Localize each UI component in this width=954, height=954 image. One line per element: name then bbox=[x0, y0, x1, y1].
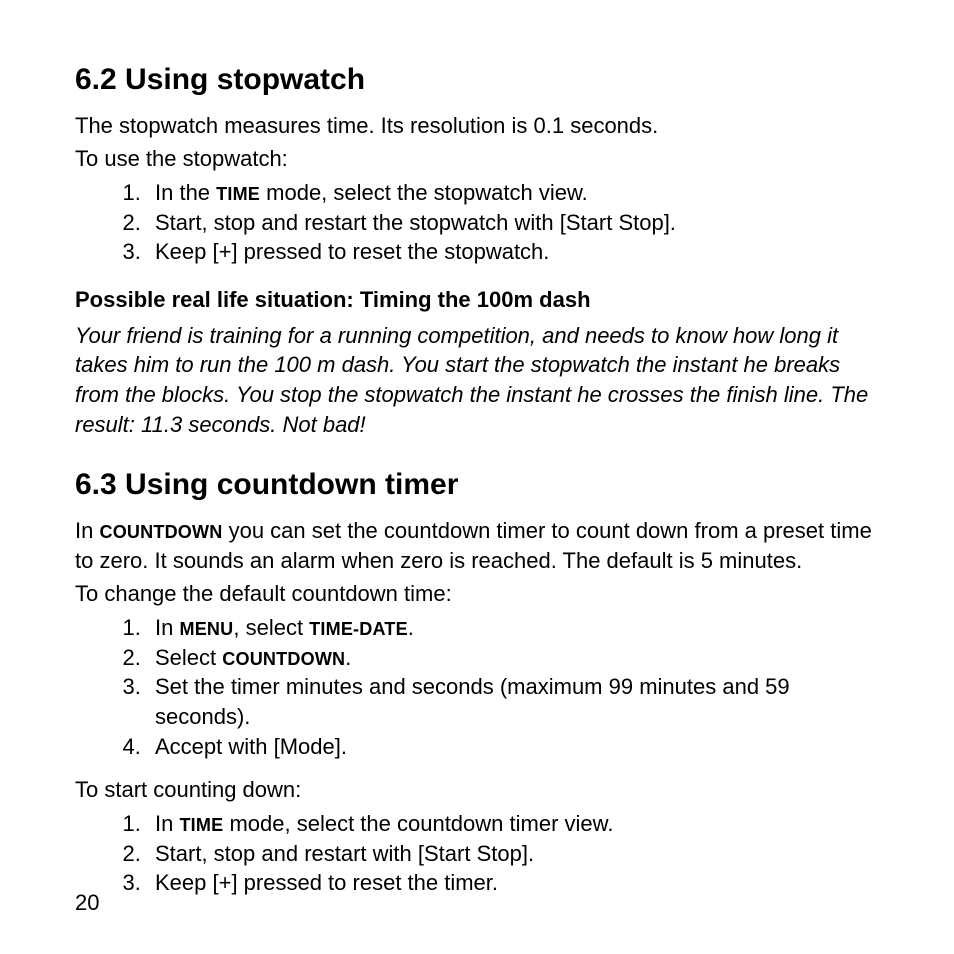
mode-label: TIME bbox=[179, 815, 223, 835]
body-text: The stopwatch measures time. Its resolut… bbox=[75, 111, 879, 141]
mode-label: COUNTDOWN bbox=[99, 522, 222, 542]
body-text: In COUNTDOWN you can set the countdown t… bbox=[75, 516, 879, 575]
page-number: 20 bbox=[75, 888, 99, 918]
ordered-list: In TIME mode, select the countdown timer… bbox=[75, 809, 879, 898]
section-heading-6-2: 6.2 Using stopwatch bbox=[75, 60, 879, 101]
mode-label: COUNTDOWN bbox=[222, 649, 345, 669]
mode-label: MENU bbox=[179, 619, 233, 639]
body-text: To start counting down: bbox=[75, 775, 879, 805]
list-item: In TIME mode, select the countdown timer… bbox=[147, 809, 879, 839]
list-item: Accept with [Mode]. bbox=[147, 732, 879, 762]
ordered-list: In the TIME mode, select the stopwatch v… bbox=[75, 178, 879, 267]
list-item: Keep [+] pressed to reset the timer. bbox=[147, 868, 879, 898]
scenario-body: Your friend is training for a running co… bbox=[75, 321, 879, 440]
list-item: Set the timer minutes and seconds (maxim… bbox=[147, 672, 879, 731]
section-heading-6-3: 6.3 Using countdown timer bbox=[75, 465, 879, 506]
list-item: In MENU, select TIME-DATE. bbox=[147, 613, 879, 643]
body-text: To use the stopwatch: bbox=[75, 144, 879, 174]
list-item: Start, stop and restart with [Start Stop… bbox=[147, 839, 879, 869]
mode-label: TIME bbox=[216, 184, 260, 204]
list-item: Keep [+] pressed to reset the stopwatch. bbox=[147, 237, 879, 267]
list-item: Start, stop and restart the stopwatch wi… bbox=[147, 208, 879, 238]
ordered-list: In MENU, select TIME-DATE. Select COUNTD… bbox=[75, 613, 879, 761]
list-item: In the TIME mode, select the stopwatch v… bbox=[147, 178, 879, 208]
list-item: Select COUNTDOWN. bbox=[147, 643, 879, 673]
body-text: To change the default countdown time: bbox=[75, 579, 879, 609]
scenario-title: Possible real life situation: Timing the… bbox=[75, 285, 879, 315]
mode-label: TIME-DATE bbox=[309, 619, 408, 639]
